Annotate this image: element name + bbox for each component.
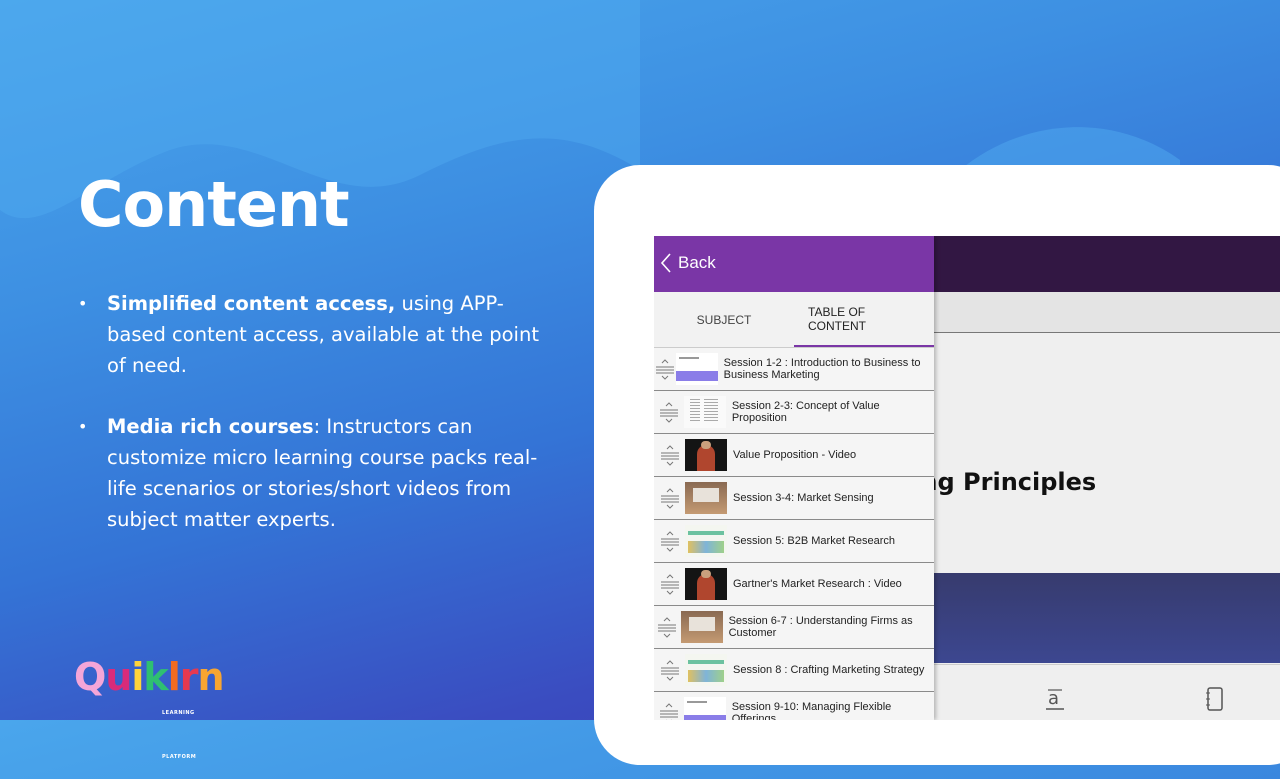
list-item[interactable]: Session 3-4: Market Sensing [654, 477, 934, 520]
thumbnail-image [685, 439, 727, 471]
tab-subject[interactable]: SUBJECT [654, 292, 794, 347]
list-item-title: Session 3-4: Market Sensing [733, 492, 874, 504]
list-item[interactable]: Session 9-10: Managing Flexible Offering… [654, 692, 934, 720]
list-item-title: Session 9-10: Managing Flexible Offering… [731, 701, 892, 720]
thumbnail-image [680, 611, 723, 643]
drag-handle-icon[interactable] [654, 487, 685, 509]
list-item[interactable]: Session 1-2 : Introduction to Business t… [654, 348, 934, 391]
bullet-content-access: Simplified content access, using APP-bas… [78, 288, 558, 381]
list-item[interactable]: Session 6-7 : Understanding Firms as Cus… [654, 606, 934, 649]
back-button[interactable]: Back [660, 253, 716, 273]
chevron-left-icon [660, 253, 671, 273]
svg-text:a: a [1048, 688, 1059, 709]
thumbnail-image [685, 525, 727, 557]
back-label: Back [678, 253, 716, 272]
table-of-content-drawer: Back SUBJECT TABLE OF CONTENT Session 1-… [654, 236, 934, 720]
drag-handle-icon[interactable] [654, 401, 684, 423]
tab-label: TABLE OF CONTENT [808, 304, 866, 333]
content-list: Session 1-2 : Introduction to Business t… [654, 348, 934, 720]
drag-handle-icon[interactable] [654, 616, 681, 638]
thumbnail-image [683, 396, 726, 428]
logo-letter: u [105, 655, 132, 699]
list-item[interactable]: Session 8 : Crafting Marketing Strategy [654, 649, 934, 692]
drag-handle-icon[interactable] [654, 573, 685, 595]
thumbnail-image [685, 482, 727, 514]
list-item-title: Value Proposition - Video [733, 449, 857, 461]
drag-handle-icon[interactable] [654, 358, 676, 380]
drag-handle-icon[interactable] [654, 659, 685, 681]
app-screen: Guiding Principles a Back SUBJECT TABLE … [654, 236, 1280, 720]
list-item[interactable]: Gartner's Market Research : Video [654, 563, 934, 606]
list-item-title: Gartner's Market Research : Video [733, 578, 902, 590]
logo-letter: i [131, 655, 144, 699]
list-item-title: Session 5: B2B Market Research [733, 535, 896, 547]
bullet-heading: Media rich courses [107, 415, 314, 438]
list-item-title: Session 2-3: Concept of Value Propositio… [731, 400, 880, 424]
drag-handle-icon[interactable] [654, 702, 684, 720]
feature-bullets: Simplified content access, using APP-bas… [78, 288, 558, 565]
thumbnail-image [675, 353, 718, 385]
list-item-title: Session 6-7 : Understanding Firms as Cus… [728, 615, 913, 639]
list-item[interactable]: Value Proposition - Video [654, 434, 934, 477]
text-icon[interactable]: a [1044, 686, 1066, 718]
list-item-title: Session 1-2 : Introduction to Business t… [723, 357, 921, 381]
list-item[interactable]: Session 5: B2B Market Research [654, 520, 934, 563]
thumbnail-image [685, 568, 727, 600]
thumbnail-image [685, 654, 727, 686]
background-heading: Guiding Principles [890, 468, 1097, 496]
drawer-tabs: SUBJECT TABLE OF CONTENT [654, 292, 934, 348]
drawer-header: Back [654, 236, 934, 292]
tab-table-of-content[interactable]: TABLE OF CONTENT [794, 292, 934, 347]
drag-handle-icon[interactable] [654, 530, 685, 552]
quiklrn-logo: Quiklrn LEARNING PLATFORM [74, 655, 225, 760]
list-item[interactable]: Session 2-3: Concept of Value Propositio… [654, 391, 934, 434]
drag-handle-icon[interactable] [654, 444, 685, 466]
slide-title: Content [78, 168, 350, 241]
thumbnail-image [683, 697, 726, 720]
notebook-icon[interactable] [1204, 686, 1226, 718]
list-item-title: Session 8 : Crafting Marketing Strategy [733, 664, 925, 676]
bullet-media-rich: Media rich courses: Instructors can cust… [78, 411, 558, 535]
logo-letter: Q [74, 655, 106, 699]
bullet-heading: Simplified content access, [107, 292, 396, 315]
logo-tagline: LEARNING PLATFORM [162, 710, 197, 760]
